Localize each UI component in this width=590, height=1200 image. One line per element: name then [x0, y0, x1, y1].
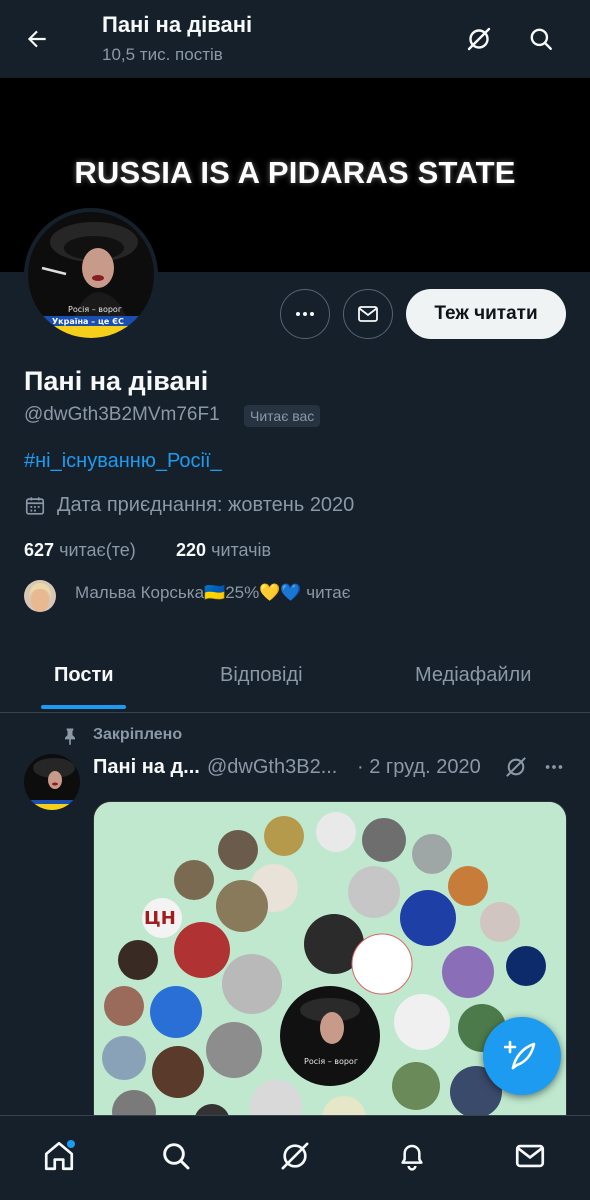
more-icon [545, 765, 563, 769]
tab-replies[interactable]: Відповіді [220, 664, 303, 687]
following-label: читає(те) [59, 540, 136, 560]
search-icon [530, 28, 552, 50]
tweet-author-name[interactable]: Пані на д... [93, 756, 200, 779]
active-tab-indicator [41, 705, 126, 709]
media-center-caption: Росія – ворог [304, 1057, 358, 1066]
profile-name: Пані на дівані [24, 366, 209, 396]
compose-icon [504, 1040, 536, 1070]
search-button[interactable] [524, 22, 558, 56]
page-title: Пані на дівані [102, 12, 253, 37]
nav-messages[interactable] [508, 1134, 552, 1178]
followers-label: читачів [211, 540, 272, 560]
message-icon [358, 306, 378, 322]
pinned-label: Закріплено [93, 726, 183, 743]
mail-icon [515, 1144, 545, 1168]
followers-stat[interactable]: 220 читачів [176, 540, 271, 561]
following-count: 627 [24, 540, 55, 560]
nav-grok[interactable] [273, 1134, 317, 1178]
banner-text: RUSSIA IS A PIDARAS STATE [74, 155, 516, 190]
arrow-left-icon [27, 30, 46, 48]
media-small-label: ЦН [144, 908, 176, 929]
tab-posts[interactable]: Пости [54, 664, 114, 687]
message-button[interactable] [343, 289, 393, 339]
grok-icon [467, 27, 491, 51]
search-icon [163, 1143, 190, 1170]
nav-home[interactable] [37, 1134, 81, 1178]
bell-icon [401, 1144, 423, 1171]
avatar-caption-1: Росія – ворог [68, 305, 122, 314]
grok-icon [506, 757, 526, 777]
pin-icon [65, 728, 75, 746]
tweet-author-handle[interactable]: @dwGth3B2... [207, 756, 337, 779]
joined-date: Дата приєднання: жовтень 2020 [57, 494, 355, 516]
nav-notifications[interactable] [390, 1134, 434, 1178]
home-notification-dot [67, 1140, 75, 1148]
avatar-caption-2: Україна – це ЄС [52, 317, 124, 326]
more-button[interactable] [280, 289, 330, 339]
profile-handle: @dwGth3B2MVm76F1 [24, 404, 220, 425]
tweet-grok-button[interactable] [503, 754, 529, 780]
tweet-author-avatar[interactable] [24, 754, 80, 810]
more-icon [296, 312, 314, 316]
bio-hashtag-link[interactable]: #ні_існуванню_Росії_ [24, 450, 222, 473]
follow-back-button[interactable]: Теж читати [406, 289, 566, 339]
tweet-date[interactable]: · 2 груд. 2020 [357, 756, 481, 779]
nav-search[interactable] [154, 1134, 198, 1178]
avatar-image: Росія – ворог Україна – це ЄС [28, 212, 154, 338]
post-count: 10,5 тис. постів [102, 45, 223, 64]
profile-avatar[interactable]: Росія – ворог Україна – це ЄС [24, 208, 158, 342]
top-bar: Пані на дівані 10,5 тис. постів [0, 0, 590, 78]
followed-by-text[interactable]: Мальва Корська🇺🇦25%💛💙 читає [75, 583, 350, 603]
following-stat[interactable]: 627 читає(те) [24, 540, 136, 561]
tab-media[interactable]: Медіафайли [415, 664, 531, 687]
follows-you-badge: Читає вас [244, 405, 321, 427]
calendar-icon [25, 497, 45, 515]
followers-count: 220 [176, 540, 207, 560]
back-button[interactable] [20, 22, 54, 56]
tweet-more-button[interactable] [541, 754, 567, 780]
follower-avatar[interactable] [24, 580, 56, 612]
compose-button[interactable] [483, 1017, 561, 1095]
bottom-navigation [0, 1115, 590, 1200]
grok-button[interactable] [462, 22, 496, 56]
grok-icon [281, 1142, 309, 1170]
tabs-divider [0, 712, 590, 713]
